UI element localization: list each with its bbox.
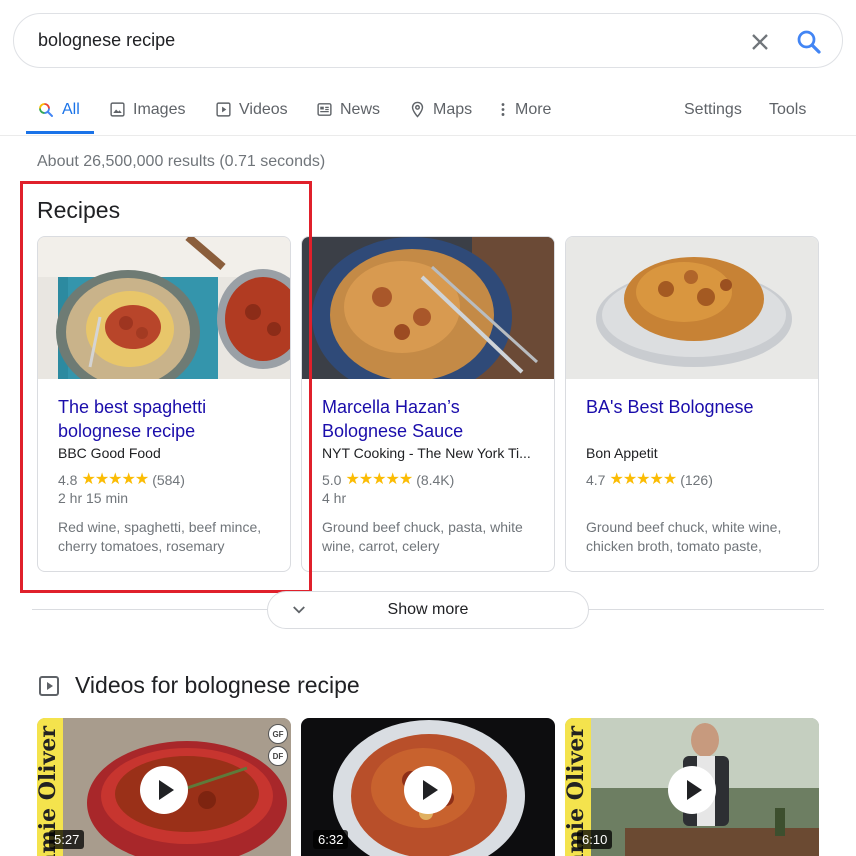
- recipe-image: [38, 237, 290, 379]
- recipe-details: The best spaghetti bolognese recipe BBC …: [58, 395, 278, 556]
- tab-label: Maps: [433, 100, 473, 118]
- videos-heading: Videos for bolognese recipe: [75, 672, 360, 698]
- tab-all[interactable]: All: [37, 84, 80, 135]
- play-button[interactable]: [140, 766, 188, 814]
- play-icon: [159, 780, 174, 800]
- news-icon: [317, 103, 332, 116]
- video-icon: [216, 102, 231, 117]
- recipe-ingredients: Ground beef chuck, white wine, chicken b…: [586, 519, 782, 554]
- clear-icon[interactable]: [746, 28, 774, 56]
- show-more-button[interactable]: Show more: [267, 591, 589, 629]
- rating-value: 4.7: [586, 472, 606, 488]
- video-thumbnail[interactable]: Jamie Oliver 6:10: [565, 718, 819, 856]
- search-icon: [39, 102, 53, 117]
- video-thumbnail[interactable]: Jamie Oliver GF DF 5:27: [37, 718, 291, 856]
- search-input[interactable]: bolognese recipe: [38, 30, 175, 51]
- search-tabs: All Images Videos News Maps More Setting…: [0, 84, 856, 136]
- recipe-card[interactable]: Marcella Hazan’s Bolognese Sauce NYT Coo…: [301, 236, 555, 572]
- review-count: (126): [680, 472, 713, 488]
- play-icon: [423, 780, 438, 800]
- recipe-image: [302, 237, 554, 379]
- play-icon: [687, 780, 702, 800]
- settings-link[interactable]: Settings: [684, 84, 742, 135]
- tab-maps[interactable]: Maps: [409, 84, 472, 135]
- tools-link[interactable]: Tools: [769, 84, 806, 135]
- recipe-card[interactable]: BA's Best Bolognese Bon Appetit 4.7 ★★★★…: [565, 236, 819, 572]
- play-button[interactable]: [668, 766, 716, 814]
- recipe-details: BA's Best Bolognese Bon Appetit 4.7 ★★★★…: [586, 395, 806, 556]
- star-rating-icon: ★★★★★: [81, 471, 149, 488]
- recipe-image: [566, 237, 818, 379]
- dairy-free-badge: DF: [268, 746, 288, 766]
- gluten-free-badge: GF: [268, 724, 288, 744]
- recipe-source: NYT Cooking - The New York Ti...: [322, 445, 531, 461]
- recipe-title-link[interactable]: BA's Best Bolognese: [586, 395, 806, 443]
- tab-news[interactable]: News: [316, 84, 380, 135]
- rating-value: 5.0: [322, 472, 342, 488]
- video-duration: 5:27: [49, 830, 85, 849]
- tab-more[interactable]: More: [498, 84, 551, 135]
- recipe-details: Marcella Hazan’s Bolognese Sauce NYT Coo…: [322, 395, 542, 556]
- video-icon: [39, 676, 59, 696]
- tab-label: More: [515, 100, 552, 118]
- image-icon: [110, 102, 125, 117]
- tab-label: Images: [133, 100, 186, 118]
- star-rating-icon: ★★★★★: [345, 471, 413, 488]
- tools-label: Tools: [769, 100, 807, 118]
- recipe-title-link[interactable]: Marcella Hazan’s Bolognese Sauce: [322, 395, 542, 443]
- show-more-label: Show more: [387, 601, 469, 618]
- video-duration: 6:10: [577, 830, 613, 849]
- video-duration: 6:32: [313, 830, 349, 849]
- tab-label: Videos: [239, 100, 288, 118]
- review-count: (8.4K): [416, 472, 455, 488]
- search-bar[interactable]: bolognese recipe: [13, 13, 843, 68]
- tab-label: All: [62, 100, 80, 118]
- map-pin-icon: [411, 101, 424, 118]
- active-tab-indicator: [26, 131, 94, 134]
- recipe-time: [586, 489, 806, 507]
- play-button[interactable]: [404, 766, 452, 814]
- recipe-rating: 4.7 ★★★★★ (126): [586, 471, 806, 489]
- recipe-time: 2 hr 15 min: [58, 490, 129, 506]
- recipe-ingredients: Ground beef chuck, pasta, white wine, ca…: [322, 519, 523, 554]
- recipe-ingredients: Red wine, spaghetti, beef mince, cherry …: [58, 519, 262, 554]
- rating-value: 4.8: [58, 472, 78, 488]
- recipe-source: BBC Good Food: [58, 445, 161, 461]
- video-thumbnail[interactable]: 6:32: [301, 718, 555, 856]
- more-vert-icon: [501, 103, 505, 116]
- recipe-source: Bon Appetit: [586, 445, 658, 461]
- recipes-heading: Recipes: [37, 197, 121, 223]
- recipe-rating: 4.8 ★★★★★ (584): [58, 471, 278, 489]
- tab-videos[interactable]: Videos: [215, 84, 288, 135]
- recipe-rating: 5.0 ★★★★★ (8.4K): [322, 471, 542, 489]
- tab-images[interactable]: Images: [109, 84, 185, 135]
- recipe-title-link[interactable]: The best spaghetti bolognese recipe: [58, 395, 278, 443]
- review-count: (584): [152, 472, 185, 488]
- tab-label: News: [340, 100, 381, 118]
- star-rating-icon: ★★★★★: [609, 471, 677, 488]
- search-icon[interactable]: [794, 27, 824, 57]
- settings-label: Settings: [684, 100, 742, 118]
- result-stats: About 26,500,000 results (0.71 seconds): [37, 153, 326, 170]
- recipe-time: 4 hr: [322, 490, 347, 506]
- recipe-card[interactable]: The best spaghetti bolognese recipe BBC …: [37, 236, 291, 572]
